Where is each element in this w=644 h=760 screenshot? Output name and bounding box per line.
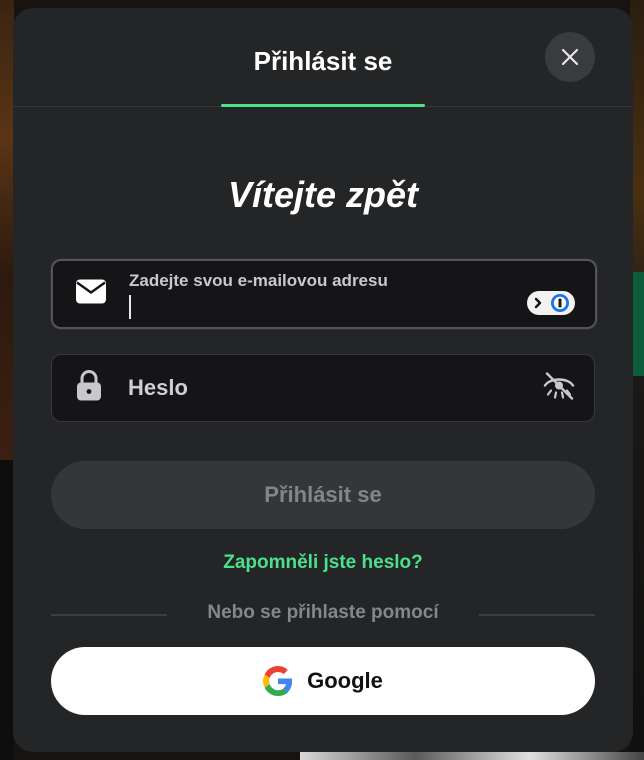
close-icon <box>561 48 579 66</box>
email-field-label: Zadejte svou e-mailovou adresu <box>129 271 388 290</box>
password-placeholder: Heslo <box>128 375 188 400</box>
google-button-label: Google <box>307 668 383 693</box>
email-field[interactable]: Zadejte svou e-mailovou adresu <box>51 259 597 329</box>
login-modal: Přihlásit se Vítejte zpět Zadejte svou e… <box>13 8 633 752</box>
login-submit-button[interactable]: Přihlásit se <box>51 461 595 529</box>
lock-icon <box>74 370 104 407</box>
divider-text: Nebo se přihlaste pomocí <box>207 602 439 623</box>
forgot-password-link[interactable]: Zapomněli jste heslo? <box>13 552 633 574</box>
welcome-heading: Vítejte zpět <box>227 174 419 215</box>
close-button[interactable] <box>545 32 595 82</box>
text-caret <box>129 295 131 319</box>
tab-active-indicator <box>221 104 425 107</box>
background-left-lower <box>0 460 14 760</box>
password-manager-icon[interactable] <box>527 291 575 315</box>
tab-login[interactable]: Přihlásit se <box>13 46 633 77</box>
envelope-icon <box>75 279 107 310</box>
modal-header: Přihlásit se <box>13 8 633 107</box>
google-login-button[interactable]: Google <box>51 647 595 715</box>
google-icon <box>263 666 293 696</box>
background-left <box>0 0 14 460</box>
divider-line-right <box>479 614 595 616</box>
divider-line-left <box>51 614 167 616</box>
background-bottom <box>300 752 644 760</box>
background-right-accent <box>632 272 644 376</box>
password-field[interactable]: Heslo <box>51 354 595 422</box>
eye-slash-icon[interactable] <box>542 371 576 406</box>
